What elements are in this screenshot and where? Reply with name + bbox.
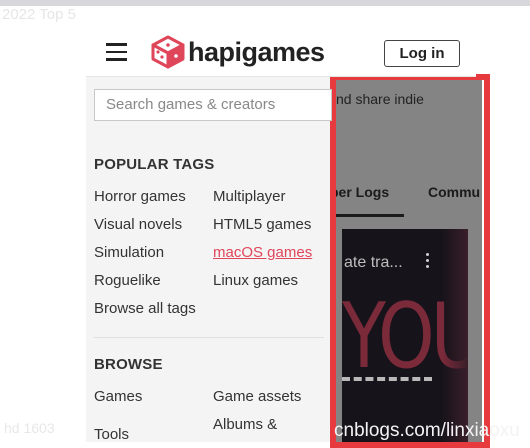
logo-text: hapigames <box>188 36 325 67</box>
tag-multiplayer[interactable]: Multiplayer <box>213 188 286 205</box>
side-menu: Search games & creators POPULAR TAGS Hor… <box>86 77 332 443</box>
faded-background-text: 2022 Top 5 <box>2 6 76 23</box>
tag-linux-games[interactable]: Linux games <box>213 272 298 289</box>
browse-games[interactable]: Games <box>94 388 142 405</box>
search-input[interactable]: Search games & creators <box>94 89 332 121</box>
watermark-right: cnblogs.com/linxiaoxu <box>334 420 520 441</box>
tag-horror-games[interactable]: Horror games <box>94 188 186 205</box>
tag-visual-novels[interactable]: Visual novels <box>94 216 182 233</box>
watermark-left: hd 1603 <box>4 420 55 436</box>
browse-tools[interactable]: Tools <box>94 426 129 443</box>
site-header: hapigames Log in <box>86 28 476 77</box>
site-logo[interactable]: hapigames <box>150 35 325 69</box>
highlight-box <box>330 74 490 448</box>
tag-macos-games[interactable]: macOS games <box>213 244 312 261</box>
browse-heading: BROWSE <box>94 356 163 373</box>
login-button[interactable]: Log in <box>384 40 460 67</box>
hamburger-menu-icon[interactable] <box>106 43 127 61</box>
logo-cube-icon <box>151 35 185 69</box>
browse-all-tags-link[interactable]: Browse all tags <box>94 300 196 317</box>
tag-simulation[interactable]: Simulation <box>94 244 164 261</box>
tag-roguelike[interactable]: Roguelike <box>94 272 161 289</box>
popular-tags-heading: POPULAR TAGS <box>94 156 215 173</box>
browser-top-strip <box>0 0 530 6</box>
tag-html5-games[interactable]: HTML5 games <box>213 216 311 233</box>
browse-albums[interactable]: Albums & <box>213 416 277 433</box>
browse-game-assets[interactable]: Game assets <box>213 388 301 405</box>
menu-divider <box>94 337 324 338</box>
